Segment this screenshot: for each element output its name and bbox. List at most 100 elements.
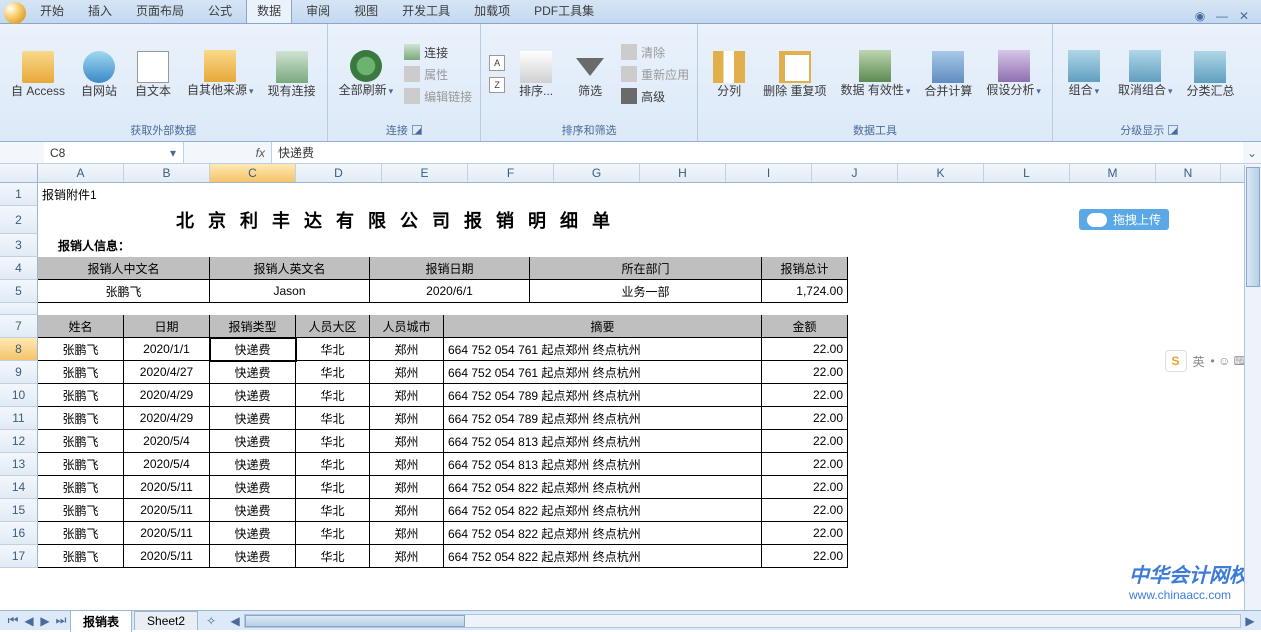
cell-region[interactable]: 华北 xyxy=(296,453,370,476)
vertical-scrollbar[interactable] xyxy=(1244,165,1261,610)
cell-region[interactable]: 华北 xyxy=(296,430,370,453)
row-header[interactable]: 4 xyxy=(0,257,38,280)
tab-insert[interactable]: 插入 xyxy=(78,0,122,23)
cell-amount[interactable]: 22.00 xyxy=(762,522,848,545)
cell-region[interactable]: 华北 xyxy=(296,338,370,361)
th-summary[interactable]: 摘要 xyxy=(444,315,762,338)
ime-indicator[interactable]: S 英 • ☺ ⌨ xyxy=(1165,350,1251,372)
cell-region[interactable]: 华北 xyxy=(296,476,370,499)
col-header-A[interactable]: A xyxy=(38,164,124,182)
cell-city[interactable]: 郑州 xyxy=(370,545,444,568)
cell-date[interactable]: 2020/5/11 xyxy=(124,545,210,568)
cell-summary[interactable]: 664 752 054 789 起点郑州 终点杭州 xyxy=(444,384,762,407)
cell-amount[interactable]: 22.00 xyxy=(762,361,848,384)
col-header-I[interactable]: I xyxy=(726,164,812,182)
fx-label[interactable]: fx xyxy=(184,142,272,163)
tab-dev[interactable]: 开发工具 xyxy=(392,0,460,23)
edit-links-button[interactable]: 编辑链接 xyxy=(402,86,474,106)
cell-city[interactable]: 郑州 xyxy=(370,430,444,453)
sheet-nav-last-icon[interactable]: ⏭ xyxy=(54,614,68,628)
info-val-date[interactable]: 2020/6/1 xyxy=(370,280,530,303)
connections-button[interactable]: 连接 xyxy=(402,42,474,62)
tab-pdf[interactable]: PDF工具集 xyxy=(524,0,604,23)
row-header[interactable]: 11 xyxy=(0,407,38,430)
col-header-B[interactable]: B xyxy=(124,164,210,182)
sheet-nav-next-icon[interactable]: ▶ xyxy=(38,614,52,628)
whatif-button[interactable]: 假设分析 xyxy=(981,47,1046,101)
row-header[interactable]: 1 xyxy=(0,183,38,206)
tab-formula[interactable]: 公式 xyxy=(198,0,242,23)
row-header[interactable]: 3 xyxy=(0,234,38,257)
col-header-E[interactable]: E xyxy=(382,164,468,182)
scrollbar-thumb[interactable] xyxy=(1246,167,1260,287)
th-date[interactable]: 日期 xyxy=(124,315,210,338)
cell-city[interactable]: 郑州 xyxy=(370,338,444,361)
tab-layout[interactable]: 页面布局 xyxy=(126,0,194,23)
info-hdr-name-en[interactable]: 报销人英文名 xyxy=(210,257,370,280)
cell-type[interactable]: 快递费 xyxy=(210,430,296,453)
cell-summary[interactable]: 664 752 054 813 起点郑州 终点杭州 xyxy=(444,453,762,476)
cell-name[interactable]: 张鹏飞 xyxy=(38,545,124,568)
consolidate-button[interactable]: 合并计算 xyxy=(919,48,977,101)
cell-amount[interactable]: 22.00 xyxy=(762,338,848,361)
reapply-button[interactable]: 重新应用 xyxy=(619,64,691,84)
tab-review[interactable]: 审阅 xyxy=(296,0,340,23)
th-type[interactable]: 报销类型 xyxy=(210,315,296,338)
properties-button[interactable]: 属性 xyxy=(402,64,474,84)
row-header[interactable]: 2 xyxy=(0,206,38,234)
cell-date[interactable]: 2020/5/11 xyxy=(124,499,210,522)
row-header[interactable]: 10 xyxy=(0,384,38,407)
sheet-nav-prev-icon[interactable]: ◀ xyxy=(22,614,36,628)
cell-amount[interactable]: 22.00 xyxy=(762,476,848,499)
help-icon[interactable]: ◉ xyxy=(1193,9,1207,23)
cell-summary[interactable]: 664 752 054 822 起点郑州 终点杭州 xyxy=(444,522,762,545)
cell-summary[interactable]: 664 752 054 822 起点郑州 终点杭州 xyxy=(444,499,762,522)
cell-amount[interactable]: 22.00 xyxy=(762,407,848,430)
cell-region[interactable]: 华北 xyxy=(296,384,370,407)
cell-amount[interactable]: 22.00 xyxy=(762,499,848,522)
col-header-H[interactable]: H xyxy=(640,164,726,182)
sheet-tab-report[interactable]: 报销表 xyxy=(70,610,132,632)
chevron-down-icon[interactable]: ▾ xyxy=(165,144,181,161)
cell-region[interactable]: 华北 xyxy=(296,407,370,430)
cell[interactable]: 报销附件1 xyxy=(38,183,1238,206)
from-access-button[interactable]: 自 Access xyxy=(6,48,70,101)
row-header[interactable]: 14 xyxy=(0,476,38,499)
scrollbar-thumb[interactable] xyxy=(245,615,465,627)
text-to-columns-button[interactable]: 分列 xyxy=(704,48,754,101)
refresh-all-button[interactable]: 全部刷新 xyxy=(334,47,399,101)
advanced-filter-button[interactable]: 高级 xyxy=(619,86,691,106)
th-amount[interactable]: 金额 xyxy=(762,315,848,338)
tab-view[interactable]: 视图 xyxy=(344,0,388,23)
info-hdr-total[interactable]: 报销总计 xyxy=(762,257,848,280)
sheet-nav-first-icon[interactable]: ⏮ xyxy=(6,614,20,628)
formula-input[interactable]: 快递费 xyxy=(272,142,1243,163)
cell-date[interactable]: 2020/5/4 xyxy=(124,453,210,476)
col-header-M[interactable]: M xyxy=(1070,164,1156,182)
worksheet-area[interactable]: 1 报销附件1 2 北京利丰达有限公司报销明细单 3 报销人信息： 4 报销人中… xyxy=(0,183,1261,610)
info-hdr-name-cn[interactable]: 报销人中文名 xyxy=(38,257,210,280)
scroll-left-icon[interactable]: ◀ xyxy=(228,614,242,628)
cell-amount[interactable]: 22.00 xyxy=(762,545,848,568)
horizontal-scrollbar[interactable]: ◀ ▶ xyxy=(224,613,1261,629)
office-orb[interactable] xyxy=(4,2,26,24)
col-header-C[interactable]: C xyxy=(210,164,296,182)
cell-type[interactable]: 快递费 xyxy=(210,384,296,407)
col-header-K[interactable]: K xyxy=(898,164,984,182)
cell-date[interactable]: 2020/4/27 xyxy=(124,361,210,384)
expand-formula-icon[interactable]: ⌄ xyxy=(1243,142,1261,163)
cell-name[interactable]: 张鹏飞 xyxy=(38,499,124,522)
row-header[interactable]: 7 xyxy=(0,315,38,338)
cell-type[interactable]: 快递费 xyxy=(210,545,296,568)
info-label[interactable]: 报销人信息： xyxy=(38,234,1238,257)
info-val-name-en[interactable]: Jason xyxy=(210,280,370,303)
row-header[interactable]: 16 xyxy=(0,522,38,545)
row-header[interactable]: 9 xyxy=(0,361,38,384)
th-region[interactable]: 人员大区 xyxy=(296,315,370,338)
cell-amount[interactable]: 22.00 xyxy=(762,384,848,407)
col-header-J[interactable]: J xyxy=(812,164,898,182)
cell-summary[interactable]: 664 752 054 789 起点郑州 终点杭州 xyxy=(444,407,762,430)
cell-name[interactable]: 张鹏飞 xyxy=(38,476,124,499)
dialog-launcher-icon[interactable] xyxy=(1168,125,1178,135)
cell-region[interactable]: 华北 xyxy=(296,522,370,545)
